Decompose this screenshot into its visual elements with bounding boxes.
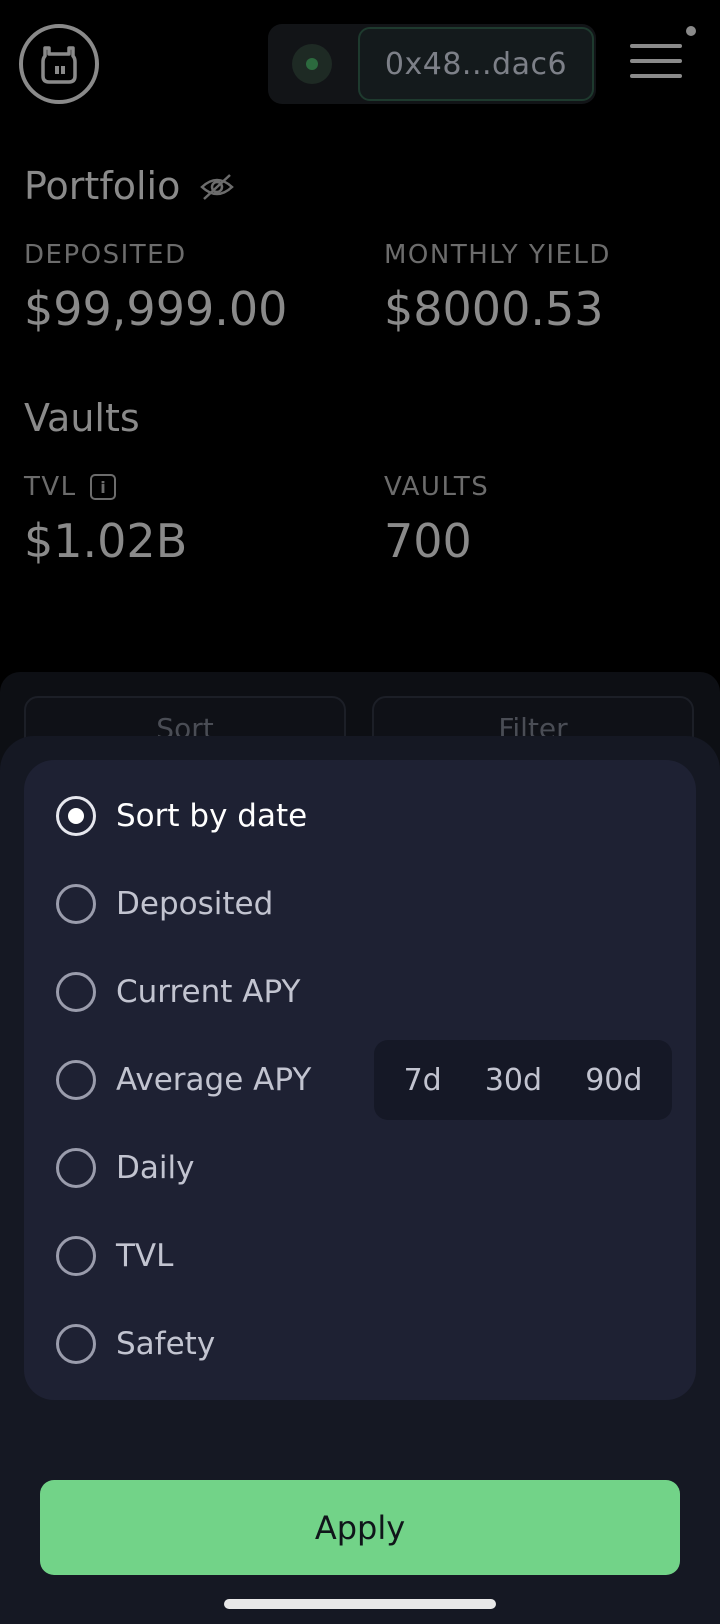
sort-option-average-apy[interactable]: Average APY xyxy=(56,1058,311,1102)
apy-period-selector: 7d 30d 90d xyxy=(374,1040,672,1120)
period-30d-button[interactable]: 30d xyxy=(479,1057,548,1104)
tvl-label: TVL xyxy=(24,472,77,502)
sort-option-deposited[interactable]: Deposited xyxy=(56,882,273,926)
deposited-value: $99,999.00 xyxy=(24,282,288,336)
sort-option-label: Deposited xyxy=(116,886,274,922)
monthly-yield-label: MONTHLY YIELD xyxy=(384,240,611,270)
sort-option-label: Safety xyxy=(116,1326,216,1362)
notification-dot xyxy=(686,26,696,36)
radio-unchecked-icon[interactable] xyxy=(56,884,96,924)
period-7d-button[interactable]: 7d xyxy=(398,1057,448,1104)
sort-option-label: TVL xyxy=(116,1238,174,1274)
sort-option-label: Average APY xyxy=(116,1062,312,1098)
portfolio-title: Portfolio xyxy=(24,164,181,208)
radio-checked-icon[interactable] xyxy=(56,796,96,836)
period-90d-button[interactable]: 90d xyxy=(579,1057,648,1104)
radio-unchecked-icon[interactable] xyxy=(56,1148,96,1188)
giraffe-logo-icon xyxy=(41,46,77,84)
vaults-count-label: VAULTS xyxy=(384,472,490,502)
connection-status-icon xyxy=(292,44,332,84)
home-indicator[interactable] xyxy=(224,1599,496,1609)
sort-option-current-apy[interactable]: Current APY xyxy=(56,970,300,1014)
vaults-count-value: 700 xyxy=(384,514,472,568)
radio-unchecked-icon[interactable] xyxy=(56,1236,96,1276)
sort-option-label: Sort by date xyxy=(116,798,308,834)
apply-button[interactable]: Apply xyxy=(40,1480,680,1575)
wallet-panel: 0x48...dac6 xyxy=(268,24,596,104)
radio-unchecked-icon[interactable] xyxy=(56,972,96,1012)
deposited-label: DEPOSITED xyxy=(24,240,187,270)
info-icon[interactable]: i xyxy=(90,474,116,500)
radio-unchecked-icon[interactable] xyxy=(56,1324,96,1364)
eye-off-icon[interactable] xyxy=(200,172,234,202)
sort-option-date[interactable]: Sort by date xyxy=(56,794,307,838)
hamburger-menu-icon[interactable] xyxy=(630,44,682,80)
sort-option-daily[interactable]: Daily xyxy=(56,1146,194,1190)
sort-option-tvl[interactable]: TVL xyxy=(56,1234,173,1278)
vaults-title: Vaults xyxy=(24,396,140,440)
tvl-value: $1.02B xyxy=(24,514,188,568)
radio-unchecked-icon[interactable] xyxy=(56,1060,96,1100)
monthly-yield-value: $8000.53 xyxy=(384,282,604,336)
wallet-address-button[interactable]: 0x48...dac6 xyxy=(358,27,594,101)
app-logo[interactable] xyxy=(19,24,99,104)
sort-option-label: Daily xyxy=(116,1150,195,1186)
sort-option-label: Current APY xyxy=(116,974,301,1010)
sort-option-safety[interactable]: Safety xyxy=(56,1322,215,1366)
